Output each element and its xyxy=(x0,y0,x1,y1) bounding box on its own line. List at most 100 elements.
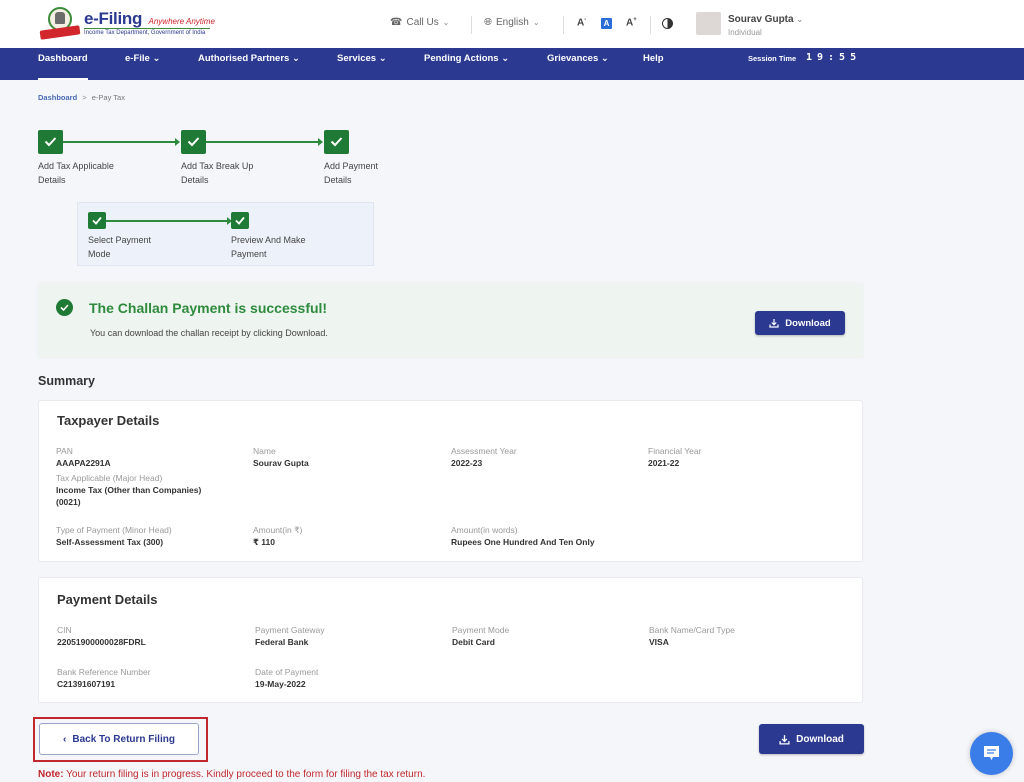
back-label: Back To Return Filing xyxy=(72,733,175,745)
field-amount: Amount(in ₹) ₹ 110 xyxy=(253,524,302,548)
font-normal-button[interactable]: A xyxy=(601,18,612,29)
step-2-label: Add Tax Break Up Details xyxy=(181,159,253,187)
substep-1-check xyxy=(88,212,106,229)
substep-1-label: Select Payment Mode xyxy=(88,233,151,261)
taxpayer-details-title: Taxpayer Details xyxy=(57,413,160,428)
chat-icon xyxy=(984,746,999,760)
globe-icon: 🌐︎ xyxy=(484,17,492,28)
field-minor-head: Type of Payment (Minor Head) Self-Assess… xyxy=(56,524,172,548)
success-check-icon xyxy=(56,299,73,316)
field-label: Tax Applicable (Major Head) xyxy=(56,473,163,483)
back-to-return-filing-button[interactable]: ‹ Back To Return Filing xyxy=(39,723,199,755)
check-icon xyxy=(235,216,245,225)
nav-pending-actions[interactable]: Pending Actions ⌄ xyxy=(424,48,509,80)
emblem-icon xyxy=(39,6,81,40)
substep-2-label: Preview And Make Payment xyxy=(231,233,306,261)
nav-label: Grievances xyxy=(547,53,599,64)
chevron-down-icon: ⌄ xyxy=(600,53,609,64)
field-value: (0021) xyxy=(56,497,81,507)
nav-e-file[interactable]: e-File ⌄ xyxy=(125,48,160,80)
nav-label: Authorised Partners xyxy=(198,53,290,64)
user-menu[interactable]: Sourav Gupta ⌄ xyxy=(728,14,803,25)
chevron-down-icon: ⌄ xyxy=(442,18,450,27)
field-value: AAAPA2291A xyxy=(56,458,111,468)
success-banner: The Challan Payment is successful! You c… xyxy=(38,283,863,358)
field-value: Income Tax (Other than Companies) xyxy=(56,485,202,495)
font-increase-button[interactable]: A+ xyxy=(626,17,637,28)
step-1-label: Add Tax Applicable Details xyxy=(38,159,114,187)
efiling-logo[interactable]: e-Filing Anywhere Anytime Income Tax Dep… xyxy=(39,6,215,40)
nav-grievances[interactable]: Grievances ⌄ xyxy=(547,48,609,80)
field-value: 19-May-2022 xyxy=(255,679,306,689)
contrast-toggle-icon[interactable] xyxy=(662,18,673,29)
chevron-left-icon: ‹ xyxy=(63,733,67,745)
session-time-value: 19:55 xyxy=(806,52,862,63)
header-divider xyxy=(471,16,472,34)
field-label: Financial Year xyxy=(648,446,702,456)
download-label: Download xyxy=(796,733,844,745)
brand-title: e-Filing Anywhere Anytime xyxy=(84,9,215,29)
taxpayer-details-card: Taxpayer Details PAN AAAPA2291A Name Sou… xyxy=(38,400,863,562)
field-label: Assessment Year xyxy=(451,446,517,456)
success-title: The Challan Payment is successful! xyxy=(89,300,328,316)
chevron-down-icon: ⌄ xyxy=(291,53,300,64)
nav-dashboard[interactable]: Dashboard xyxy=(38,48,88,80)
download-icon xyxy=(769,319,779,328)
field-value: C21391607191 xyxy=(57,679,116,689)
field-label: PAN xyxy=(56,446,73,456)
payment-details-card: Payment Details CIN 22051900000028FDRL P… xyxy=(38,577,863,703)
substep-connector xyxy=(106,217,232,224)
check-icon xyxy=(92,216,102,225)
step-2-check xyxy=(181,130,206,154)
field-label: Date of Payment xyxy=(255,667,319,677)
language-label: English xyxy=(496,17,529,28)
check-icon xyxy=(330,137,343,147)
field-name: Name Sourav Gupta xyxy=(253,445,309,469)
avatar[interactable] xyxy=(696,12,721,35)
nav-help[interactable]: Help xyxy=(643,48,664,80)
brand-tagline: Anywhere Anytime xyxy=(148,17,215,26)
field-value: VISA xyxy=(649,637,669,647)
chevron-down-icon: ⌄ xyxy=(152,53,161,64)
breadcrumb-dashboard[interactable]: Dashboard xyxy=(38,93,77,102)
chevron-down-icon: ⌄ xyxy=(501,53,510,64)
step-label-line: Details xyxy=(324,175,352,185)
download-icon xyxy=(779,734,790,745)
field-value: Sourav Gupta xyxy=(253,458,309,468)
language-dropdown[interactable]: 🌐︎ English ⌄ xyxy=(484,17,540,28)
chevron-down-icon: ⌄ xyxy=(532,18,540,27)
chat-button[interactable] xyxy=(970,732,1013,775)
field-value: Federal Bank xyxy=(255,637,309,647)
nav-authorised-partners[interactable]: Authorised Partners ⌄ xyxy=(198,48,300,80)
font-decrease-button[interactable]: A- xyxy=(577,17,586,28)
main-nav: Dashboard e-File ⌄ Authorised Partners ⌄… xyxy=(0,48,1024,80)
call-us-label: Call Us xyxy=(406,17,439,28)
header-divider xyxy=(563,16,564,34)
payment-details-title: Payment Details xyxy=(57,592,158,607)
breadcrumb-current: e-Pay Tax xyxy=(91,93,125,102)
field-label: Amount(in ₹) xyxy=(253,525,303,535)
field-payment-gateway: Payment Gateway Federal Bank xyxy=(255,624,324,648)
nav-services[interactable]: Services ⌄ xyxy=(337,48,387,80)
field-value: Debit Card xyxy=(452,637,495,647)
step-3-check xyxy=(324,130,349,154)
field-value: 22051900000028FDRL xyxy=(57,637,146,647)
nav-label: Help xyxy=(643,53,664,64)
step-3-label: Add Payment Details xyxy=(324,159,378,187)
breadcrumb-separator: > xyxy=(82,93,87,102)
phone-icon: ☎ xyxy=(390,17,403,28)
field-major-head: Tax Applicable (Major Head) Income Tax (… xyxy=(56,472,201,508)
field-label: Bank Name/Card Type xyxy=(649,625,735,635)
download-button[interactable]: Download xyxy=(759,724,864,754)
download-challan-button[interactable]: Download xyxy=(755,311,845,335)
substep-2-check xyxy=(231,212,249,229)
call-us-dropdown[interactable]: ☎ Call Us ⌄ xyxy=(390,17,449,28)
step-label-line: Add Payment xyxy=(324,161,379,171)
step-label-line: Add Tax Break Up xyxy=(181,161,254,171)
session-time-label: Session Time xyxy=(748,54,797,63)
note-prefix: Note: xyxy=(38,769,64,780)
step-connector xyxy=(63,138,180,146)
brand-main: e-Filing xyxy=(84,9,143,28)
nav-label: Dashboard xyxy=(38,53,88,64)
user-name: Sourav Gupta xyxy=(728,14,794,25)
